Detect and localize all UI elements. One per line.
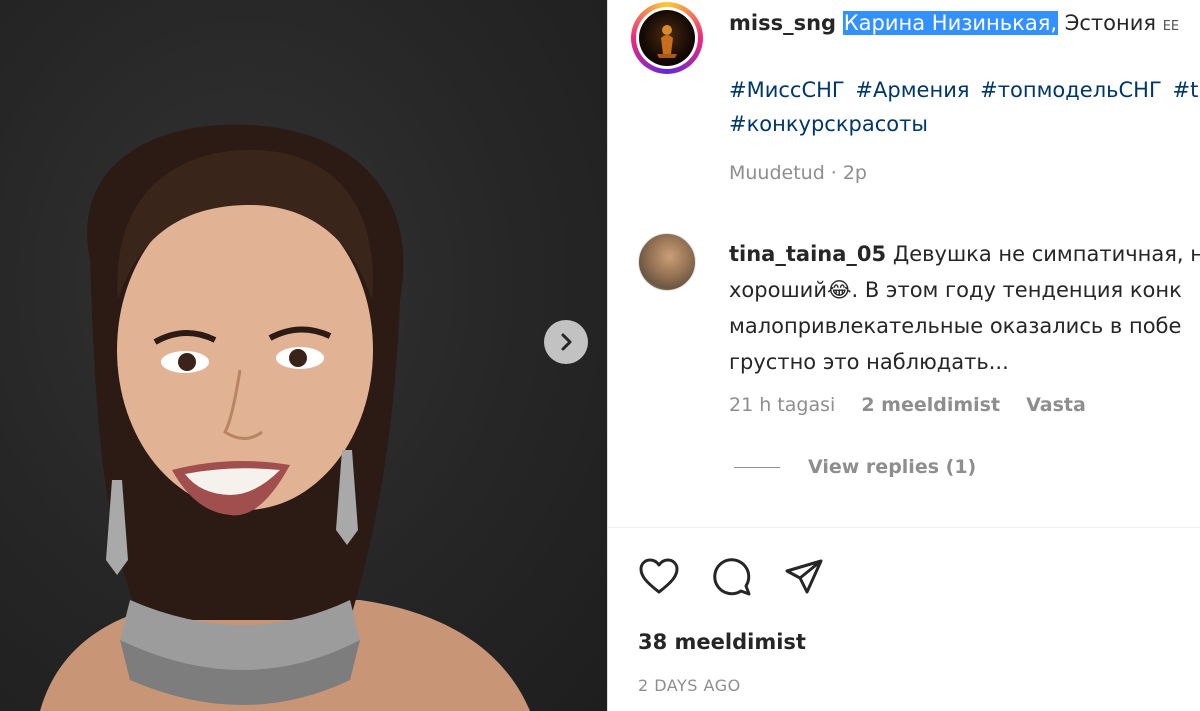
hashtag-link[interactable]: #t xyxy=(1172,78,1198,102)
caption-text: Эстония xyxy=(1064,11,1157,35)
flag-text: EE xyxy=(1162,19,1180,34)
share-icon[interactable] xyxy=(783,556,825,598)
author-avatar[interactable] xyxy=(631,2,703,74)
hashtag-link[interactable]: #топмодельСНГ xyxy=(980,78,1162,102)
reply-button[interactable]: Vasta xyxy=(1026,394,1086,416)
chevron-right-icon xyxy=(561,333,572,351)
post-likes-count[interactable]: 38 meeldimist xyxy=(638,630,806,654)
hashtag-link[interactable]: #Армения xyxy=(855,78,969,102)
hashtag-link[interactable]: #МиссСНГ xyxy=(729,78,845,102)
edited-label: Muudetud xyxy=(729,162,825,184)
portrait-image xyxy=(40,124,530,711)
next-photo-button[interactable] xyxy=(544,320,588,364)
post-edited-meta: Muudetud · 2p xyxy=(729,162,867,184)
comment-likes-link[interactable]: 2 meeldimist xyxy=(861,394,1000,416)
pane-divider xyxy=(607,0,608,711)
logo-icon xyxy=(657,25,677,58)
heart-icon[interactable] xyxy=(638,556,680,598)
hashtag-list: #МиссСНГ #Армения #топмодельСНГ #t #конк… xyxy=(729,73,1200,141)
comment-body: tina_taina_05 Девушка не симпатичная, н … xyxy=(729,236,1200,380)
replies-divider-line xyxy=(734,466,780,468)
commenter-username[interactable]: tina_taina_05 xyxy=(729,242,886,266)
post-view: miss_sng Карина Низинькая, Эстония EE #М… xyxy=(0,0,1200,711)
edited-time: 2p xyxy=(842,162,867,184)
comment-meta: 21 h tagasi 2 meeldimist Vasta xyxy=(729,394,1106,416)
post-caption: miss_sng Карина Низинькая, Эстония EE xyxy=(729,11,1179,35)
hashtag-link[interactable]: #конкурскрасоты xyxy=(729,112,928,136)
post-date: 2 DAYS AGO xyxy=(638,676,741,695)
view-replies-label: View replies (1) xyxy=(808,456,977,478)
comment-time: 21 h tagasi xyxy=(729,394,836,416)
author-username[interactable]: miss_sng xyxy=(729,11,836,35)
commenter-avatar[interactable] xyxy=(638,233,696,291)
actions-separator xyxy=(608,527,1200,528)
comment-icon[interactable] xyxy=(711,556,753,598)
view-replies-button[interactable]: View replies (1) xyxy=(734,456,976,478)
caption-highlighted-text: Карина Низинькая, xyxy=(842,11,1059,35)
post-photo[interactable] xyxy=(0,0,607,711)
